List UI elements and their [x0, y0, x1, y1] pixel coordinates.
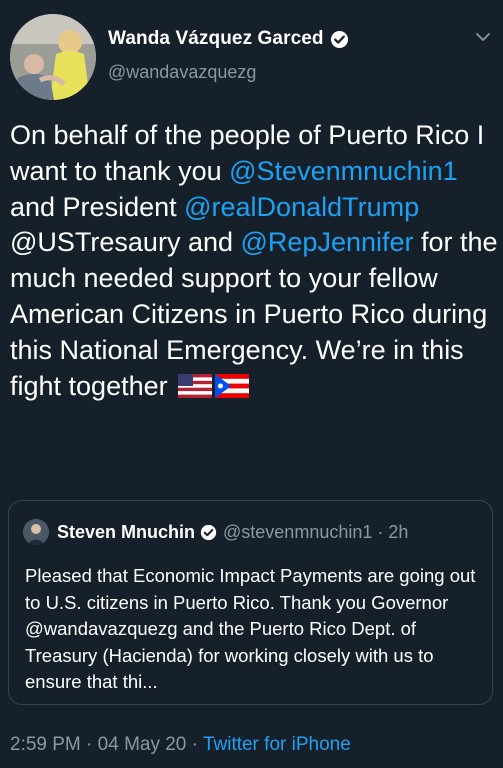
- author-avatar[interactable]: [10, 14, 96, 100]
- quoted-author-name[interactable]: Steven Mnuchin: [57, 522, 195, 543]
- separator-dot: ·: [377, 521, 384, 542]
- quoted-tweet[interactable]: Steven Mnuchin @stevenmnuchin1 · 2h Plea…: [8, 500, 493, 705]
- quoted-author-handle[interactable]: @stevenmnuchin1: [223, 522, 372, 543]
- mention-link[interactable]: @realDonaldTrump: [184, 192, 419, 222]
- quoted-timestamp[interactable]: 2h: [388, 522, 408, 543]
- tweet-header: Wanda Vázquez Garced @wandavazquezg: [8, 12, 495, 102]
- separator-dot: ·: [86, 734, 93, 755]
- mention-link[interactable]: @Stevenmnuchin1: [229, 156, 458, 186]
- tweet-text: On behalf of the people of Puerto Rico I…: [10, 118, 498, 407]
- author-display-name[interactable]: Wanda Vázquez Garced: [108, 28, 324, 50]
- tweet-date: 04 May 20: [97, 734, 187, 755]
- us-flag-icon: [178, 372, 213, 408]
- tweet-metadata: 2:59 PM · 04 May 20 · Twitter for iPhone: [10, 734, 351, 756]
- chevron-down-icon[interactable]: [475, 30, 491, 42]
- verified-badge-icon: [200, 524, 217, 541]
- tweet-time: 2:59 PM: [10, 734, 81, 755]
- quoted-author-avatar[interactable]: [23, 519, 49, 545]
- tweet-text-part: and President: [10, 191, 185, 222]
- puerto-rico-flag-icon: [215, 372, 250, 408]
- verified-badge-icon: [330, 30, 349, 49]
- mention-link[interactable]: @RepJennifer: [241, 227, 414, 257]
- tweet-text-part: @USTresaury and: [10, 227, 241, 258]
- tweet-source-link[interactable]: Twitter for iPhone: [203, 734, 351, 755]
- separator-dot: ·: [191, 734, 198, 755]
- author-handle[interactable]: @wandavazquezg: [108, 62, 256, 83]
- quoted-tweet-text: Pleased that Economic Impact Payments ar…: [25, 565, 476, 692]
